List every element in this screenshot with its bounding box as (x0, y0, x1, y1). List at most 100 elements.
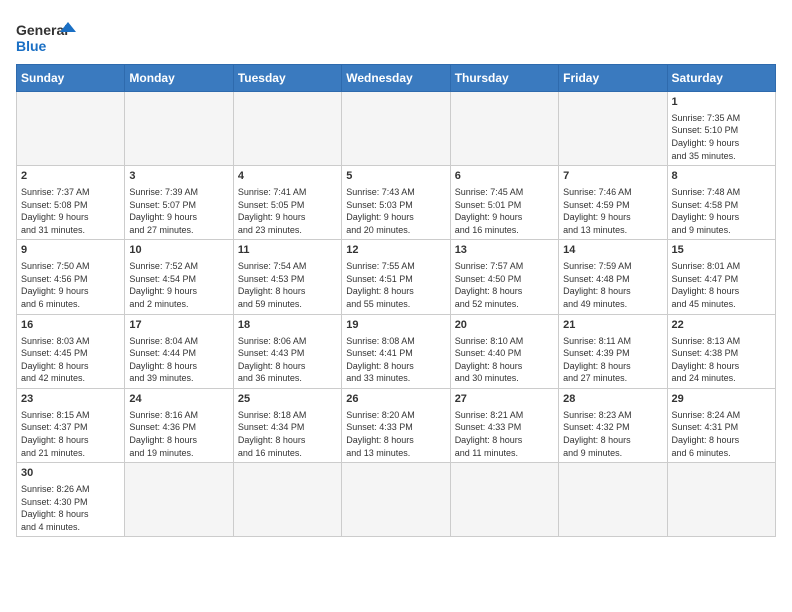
calendar-week-row: 23 Sunrise: 8:15 AM Sunset: 4:37 PM Dayli… (17, 388, 776, 462)
day-number: 17 (129, 318, 228, 333)
calendar-cell (559, 463, 667, 537)
calendar-week-row: 16 Sunrise: 8:03 AM Sunset: 4:45 PM Dayli… (17, 314, 776, 388)
day-info: Sunrise: 8:11 AM Sunset: 4:39 PM Dayligh… (563, 335, 662, 385)
calendar-cell: 8 Sunrise: 7:48 AM Sunset: 4:58 PM Daylig… (667, 166, 775, 240)
calendar-table: SundayMondayTuesdayWednesdayThursdayFrid… (16, 64, 776, 537)
weekday-header-saturday: Saturday (667, 65, 775, 92)
calendar-cell: 18Sunrise: 8:06 AM Sunset: 4:43 PM Dayli… (233, 314, 341, 388)
calendar-cell: 23 Sunrise: 8:15 AM Sunset: 4:37 PM Dayli… (17, 388, 125, 462)
calendar-cell: 27Sunrise: 8:21 AM Sunset: 4:33 PM Dayli… (450, 388, 558, 462)
day-info: Sunrise: 7:43 AM Sunset: 5:03 PM Dayligh… (346, 186, 445, 236)
page: General Blue SundayMondayTuesdayWednesda… (0, 0, 792, 612)
day-info: Sunrise: 7:59 AM Sunset: 4:48 PM Dayligh… (563, 260, 662, 310)
day-info: Sunrise: 8:18 AM Sunset: 4:34 PM Dayligh… (238, 409, 337, 459)
calendar-body: 1 Sunrise: 7:35 AM Sunset: 5:10 PM Daylig… (17, 92, 776, 537)
day-info: Sunrise: 7:46 AM Sunset: 4:59 PM Dayligh… (563, 186, 662, 236)
weekday-header-sunday: Sunday (17, 65, 125, 92)
day-info: Sunrise: 8:08 AM Sunset: 4:41 PM Dayligh… (346, 335, 445, 385)
day-info: Sunrise: 8:06 AM Sunset: 4:43 PM Dayligh… (238, 335, 337, 385)
calendar-cell (342, 463, 450, 537)
day-info: Sunrise: 7:41 AM Sunset: 5:05 PM Dayligh… (238, 186, 337, 236)
day-number: 28 (563, 392, 662, 407)
calendar-cell: 24Sunrise: 8:16 AM Sunset: 4:36 PM Dayli… (125, 388, 233, 462)
calendar-cell (233, 92, 341, 166)
calendar-cell (233, 463, 341, 537)
calendar-cell: 15 Sunrise: 8:01 AM Sunset: 4:47 PM Dayli… (667, 240, 775, 314)
calendar-cell: 13 Sunrise: 7:57 AM Sunset: 4:50 PM Dayli… (450, 240, 558, 314)
calendar-week-row: 30 Sunrise: 8:26 AM Sunset: 4:30 PM Dayli… (17, 463, 776, 537)
day-number: 29 (672, 392, 771, 407)
day-number: 30 (21, 466, 120, 481)
weekday-row: SundayMondayTuesdayWednesdayThursdayFrid… (17, 65, 776, 92)
day-info: Sunrise: 8:01 AM Sunset: 4:47 PM Dayligh… (672, 260, 771, 310)
weekday-header-friday: Friday (559, 65, 667, 92)
day-info: Sunrise: 7:57 AM Sunset: 4:50 PM Dayligh… (455, 260, 554, 310)
day-number: 1 (672, 95, 771, 110)
calendar-cell: 29Sunrise: 8:24 AM Sunset: 4:31 PM Dayli… (667, 388, 775, 462)
calendar-cell: 4 Sunrise: 7:41 AM Sunset: 5:05 PM Daylig… (233, 166, 341, 240)
calendar-week-row: 9 Sunrise: 7:50 AM Sunset: 4:56 PM Daylig… (17, 240, 776, 314)
day-info: Sunrise: 8:13 AM Sunset: 4:38 PM Dayligh… (672, 335, 771, 385)
generalblue-logo-icon: General Blue (16, 20, 76, 56)
day-info: Sunrise: 7:45 AM Sunset: 5:01 PM Dayligh… (455, 186, 554, 236)
day-number: 11 (238, 243, 337, 258)
weekday-header-wednesday: Wednesday (342, 65, 450, 92)
day-info: Sunrise: 8:23 AM Sunset: 4:32 PM Dayligh… (563, 409, 662, 459)
logo: General Blue (16, 20, 76, 56)
day-number: 9 (21, 243, 120, 258)
day-info: Sunrise: 7:48 AM Sunset: 4:58 PM Dayligh… (672, 186, 771, 236)
day-number: 6 (455, 169, 554, 184)
calendar-cell (450, 463, 558, 537)
calendar-cell: 5 Sunrise: 7:43 AM Sunset: 5:03 PM Daylig… (342, 166, 450, 240)
day-info: Sunrise: 8:03 AM Sunset: 4:45 PM Dayligh… (21, 335, 120, 385)
day-info: Sunrise: 7:35 AM Sunset: 5:10 PM Dayligh… (672, 112, 771, 162)
day-number: 15 (672, 243, 771, 258)
calendar-cell: 14Sunrise: 7:59 AM Sunset: 4:48 PM Dayli… (559, 240, 667, 314)
day-number: 10 (129, 243, 228, 258)
day-number: 23 (21, 392, 120, 407)
day-number: 4 (238, 169, 337, 184)
calendar-cell (450, 92, 558, 166)
day-info: Sunrise: 8:20 AM Sunset: 4:33 PM Dayligh… (346, 409, 445, 459)
day-number: 21 (563, 318, 662, 333)
calendar-cell: 30 Sunrise: 8:26 AM Sunset: 4:30 PM Dayli… (17, 463, 125, 537)
calendar-cell (125, 92, 233, 166)
day-info: Sunrise: 8:15 AM Sunset: 4:37 PM Dayligh… (21, 409, 120, 459)
calendar-week-row: 2Sunrise: 7:37 AM Sunset: 5:08 PM Daylig… (17, 166, 776, 240)
calendar-cell: 9 Sunrise: 7:50 AM Sunset: 4:56 PM Daylig… (17, 240, 125, 314)
day-number: 3 (129, 169, 228, 184)
header: General Blue (16, 16, 776, 56)
day-number: 5 (346, 169, 445, 184)
day-number: 7 (563, 169, 662, 184)
calendar-cell: 11 Sunrise: 7:54 AM Sunset: 4:53 PM Dayli… (233, 240, 341, 314)
calendar-cell: 25 Sunrise: 8:18 AM Sunset: 4:34 PM Dayli… (233, 388, 341, 462)
day-info: Sunrise: 7:54 AM Sunset: 4:53 PM Dayligh… (238, 260, 337, 310)
day-info: Sunrise: 8:16 AM Sunset: 4:36 PM Dayligh… (129, 409, 228, 459)
day-info: Sunrise: 8:10 AM Sunset: 4:40 PM Dayligh… (455, 335, 554, 385)
calendar-cell: 17 Sunrise: 8:04 AM Sunset: 4:44 PM Dayli… (125, 314, 233, 388)
calendar-cell: 20Sunrise: 8:10 AM Sunset: 4:40 PM Dayli… (450, 314, 558, 388)
day-number: 8 (672, 169, 771, 184)
calendar-cell: 19Sunrise: 8:08 AM Sunset: 4:41 PM Dayli… (342, 314, 450, 388)
day-number: 2 (21, 169, 120, 184)
day-number: 22 (672, 318, 771, 333)
day-number: 13 (455, 243, 554, 258)
day-info: Sunrise: 7:50 AM Sunset: 4:56 PM Dayligh… (21, 260, 120, 310)
calendar-cell (342, 92, 450, 166)
calendar-cell: 26Sunrise: 8:20 AM Sunset: 4:33 PM Dayli… (342, 388, 450, 462)
day-info: Sunrise: 8:26 AM Sunset: 4:30 PM Dayligh… (21, 483, 120, 533)
day-number: 16 (21, 318, 120, 333)
calendar-cell: 21 Sunrise: 8:11 AM Sunset: 4:39 PM Dayli… (559, 314, 667, 388)
calendar-week-row: 1 Sunrise: 7:35 AM Sunset: 5:10 PM Daylig… (17, 92, 776, 166)
calendar-cell: 7 Sunrise: 7:46 AM Sunset: 4:59 PM Daylig… (559, 166, 667, 240)
svg-text:Blue: Blue (16, 38, 47, 54)
day-info: Sunrise: 8:21 AM Sunset: 4:33 PM Dayligh… (455, 409, 554, 459)
calendar-cell: 1 Sunrise: 7:35 AM Sunset: 5:10 PM Daylig… (667, 92, 775, 166)
calendar-header: SundayMondayTuesdayWednesdayThursdayFrid… (17, 65, 776, 92)
day-info: Sunrise: 7:39 AM Sunset: 5:07 PM Dayligh… (129, 186, 228, 236)
svg-text:General: General (16, 22, 68, 38)
day-info: Sunrise: 7:55 AM Sunset: 4:51 PM Dayligh… (346, 260, 445, 310)
calendar-cell (559, 92, 667, 166)
day-number: 25 (238, 392, 337, 407)
day-info: Sunrise: 8:04 AM Sunset: 4:44 PM Dayligh… (129, 335, 228, 385)
